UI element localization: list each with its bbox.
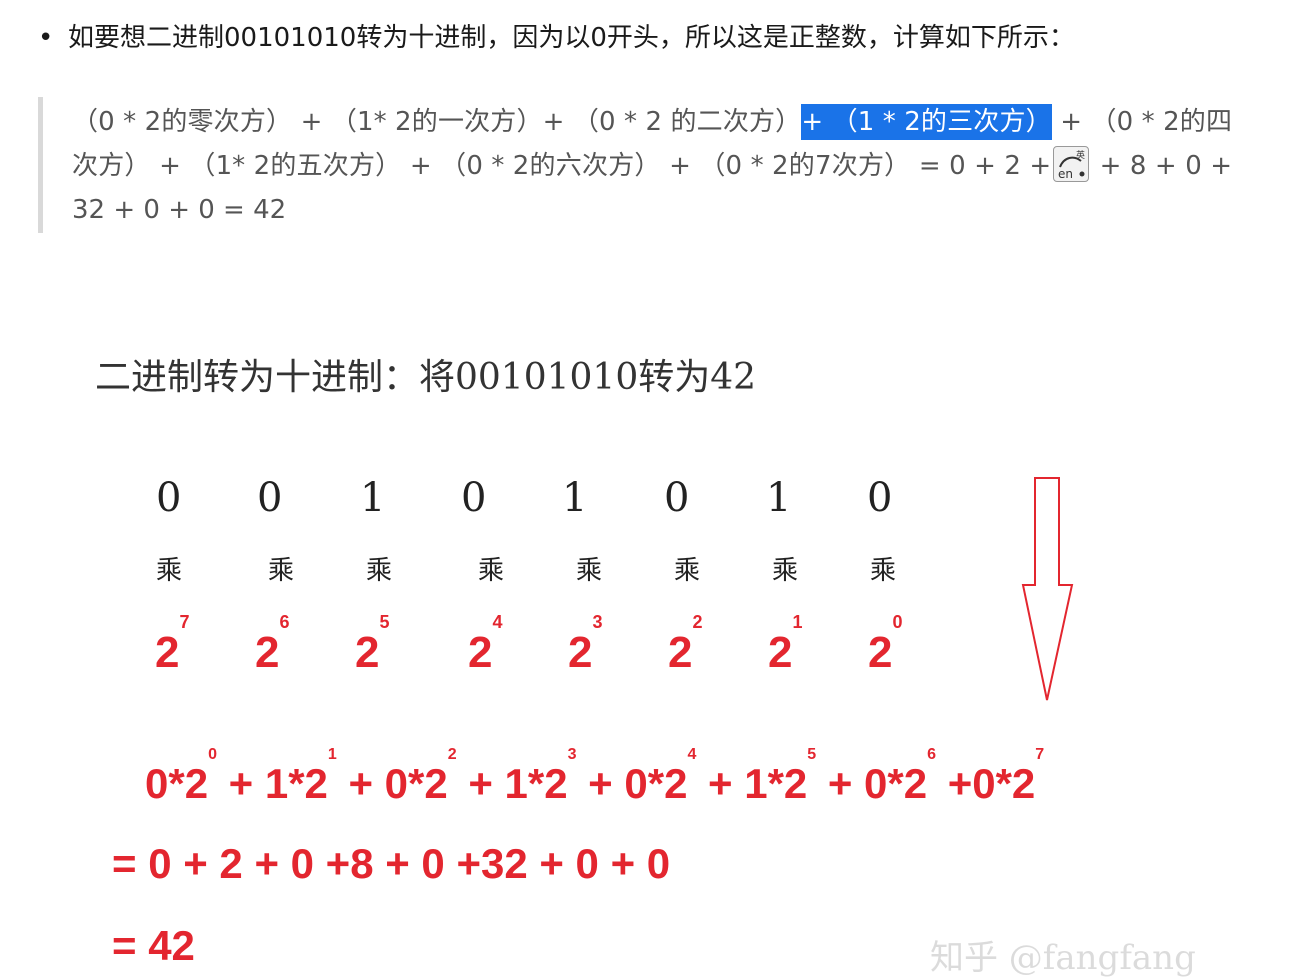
power-of-two: 25	[355, 612, 390, 677]
power-of-two: 27	[155, 612, 190, 677]
bit-digit: 0	[257, 475, 283, 521]
quote-text-start: （0 * 2的零次方） + （1* 2的一次方）+ （0 * 2 的二次方）	[72, 107, 802, 137]
bit-digit: 1	[766, 475, 792, 521]
power-of-two: 23	[568, 612, 603, 677]
blockquote-text: （0 * 2的零次方） + （1* 2的一次方）+ （0 * 2 的二次方）+ …	[72, 100, 1232, 232]
bit-digit: 1	[360, 475, 386, 521]
bit-digit: 0	[867, 475, 893, 521]
down-arrow-icon	[1021, 477, 1074, 701]
power-of-two: 22	[668, 612, 703, 677]
multiply-label: 乘	[870, 556, 897, 586]
multiply-label: 乘	[366, 556, 393, 586]
sum-equation: = 0 + 2 + 0 +8 + 0 +32 + 0 + 0	[112, 840, 671, 887]
bit-digit: 0	[461, 475, 487, 521]
multiply-label: 乘	[674, 556, 701, 586]
bit-digit: 0	[156, 475, 182, 521]
ime-en-toggle-icon[interactable]: 英 en	[1053, 145, 1090, 182]
ime-icon-bottom-text: en	[1058, 167, 1073, 181]
blockquote-bar	[38, 97, 43, 233]
multiply-label: 乘	[772, 556, 799, 586]
power-of-two: 26	[255, 612, 290, 677]
multiply-label: 乘	[478, 556, 505, 586]
multiply-label: 乘	[156, 556, 183, 586]
binary-conversion-figure: 二进制转为十进制：将00101010转为42 0 0 1 0 1 0 1 0 乘…	[0, 330, 1290, 978]
power-of-two: 21	[768, 612, 803, 677]
figure-title: 二进制转为十进制：将00101010转为42	[95, 357, 757, 398]
result-equation: = 42	[112, 922, 195, 969]
ime-icon-top-char: 英	[1076, 149, 1085, 161]
multiply-label: 乘	[268, 556, 295, 586]
multiply-label: 乘	[576, 556, 603, 586]
power-of-two: 20	[868, 612, 903, 677]
selected-text-highlight[interactable]: + （1 * 2的三次方）	[801, 104, 1052, 140]
power-of-two: 24	[468, 612, 503, 677]
bit-digit: 0	[664, 475, 690, 521]
watermark: 知乎 @fangfang	[930, 938, 1196, 978]
bullet-text: 如要想二进制00101010转为十进制，因为以0开头，所以这是正整数，计算如下所…	[68, 23, 1075, 53]
bullet-marker: •	[38, 23, 54, 53]
bit-digit: 1	[562, 475, 588, 521]
expansion-equation: 0*20 + 1*21 + 0*22 + 1*23 + 0*24 + 1*25 …	[145, 746, 1045, 807]
